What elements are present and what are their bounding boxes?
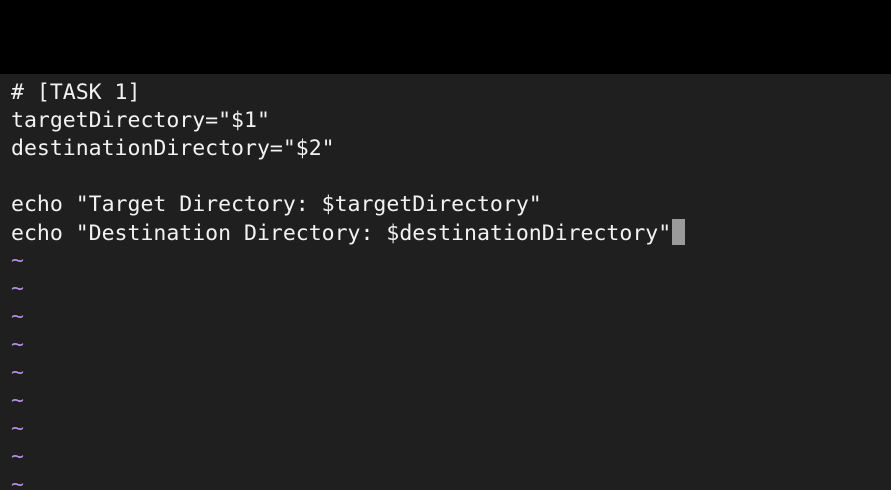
empty-line-marker: ~ xyxy=(11,304,24,329)
code-line-5[interactable]: echo "Target Directory: $targetDirectory… xyxy=(11,191,685,219)
empty-line-marker: ~ xyxy=(11,276,24,301)
vim-editor[interactable]: # [TASK 1] targetDirectory="$1" destinat… xyxy=(0,74,891,490)
text-cursor xyxy=(672,219,686,245)
terminal-window: # [TASK 1] targetDirectory="$1" destinat… xyxy=(0,0,891,490)
empty-line-marker: ~ xyxy=(11,444,24,469)
editor-lines: # [TASK 1] targetDirectory="$1" destinat… xyxy=(11,79,686,490)
empty-line-marker: ~ xyxy=(11,248,24,273)
empty-line-marker: ~ xyxy=(11,388,24,413)
code-line-3[interactable]: destinationDirectory="$2" xyxy=(11,135,685,163)
empty-line-marker: ~ xyxy=(11,332,24,357)
code-line-6-text: echo "Destination Directory: $destinatio… xyxy=(11,221,672,246)
code-line-6[interactable]: echo "Destination Directory: $destinatio… xyxy=(11,219,686,247)
empty-line-marker: ~ xyxy=(11,360,24,385)
empty-line-marker: ~ xyxy=(11,416,24,441)
code-line-4[interactable] xyxy=(11,163,685,191)
empty-line-marker: ~ xyxy=(11,472,24,490)
code-line-2[interactable]: targetDirectory="$1" xyxy=(11,107,685,135)
code-line-1[interactable]: # [TASK 1] xyxy=(11,79,685,107)
terminal-top-bar xyxy=(0,0,891,74)
